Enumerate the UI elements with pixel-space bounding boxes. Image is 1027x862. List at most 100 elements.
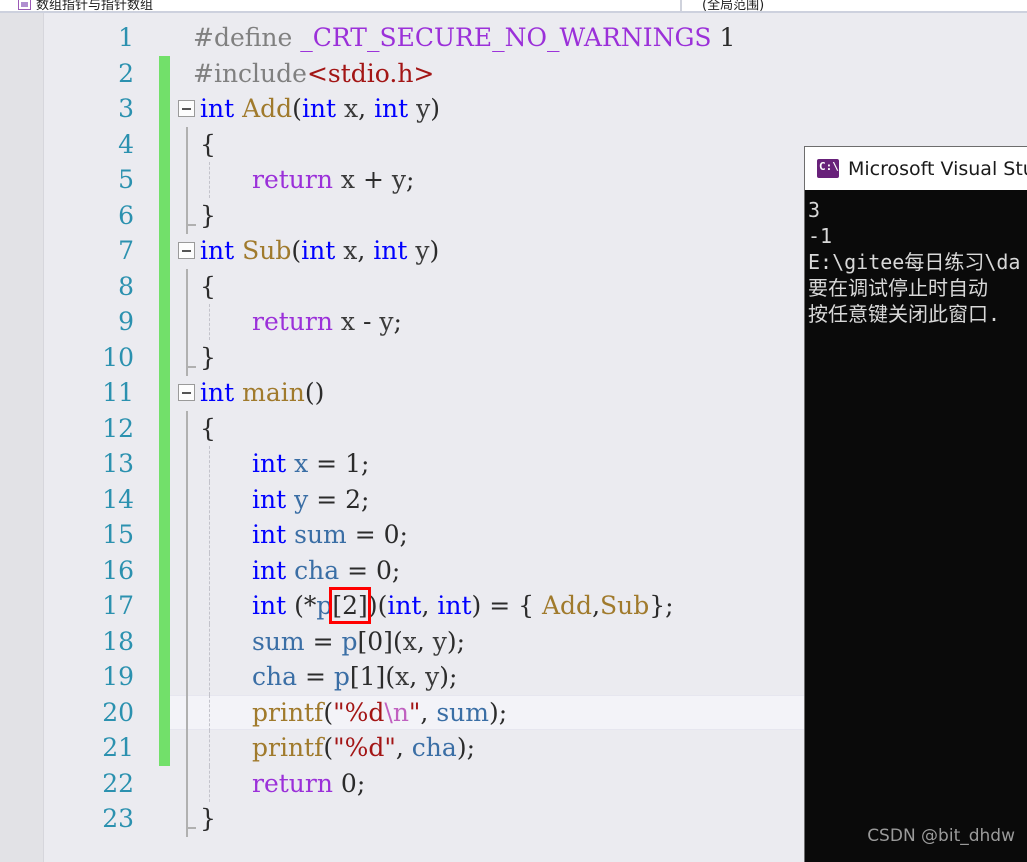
console-line: E:\gitee每日练习\da [808, 250, 1021, 274]
console-window[interactable]: Microsoft Visual Studi 3 -1 E:\gitee每日练习… [804, 146, 1027, 862]
code-text: { [200, 130, 216, 159]
indent-guide [209, 588, 210, 624]
console-line: -1 [808, 224, 833, 248]
change-bar [159, 268, 170, 305]
change-bar [159, 801, 170, 837]
change-bar [159, 446, 170, 482]
console-line: 3 [808, 198, 821, 222]
token-one: 1 [719, 23, 736, 53]
token-header: <stdio.h> [306, 58, 435, 88]
token-include: #include [193, 58, 307, 88]
structure-guide [186, 517, 188, 553]
code-text: #define _CRT_SECURE_NO_WARNINGS 1 [193, 23, 735, 52]
line-number: 11 [102, 378, 134, 408]
change-bar [159, 55, 170, 92]
code-text: { [200, 414, 216, 443]
indent-guide [209, 481, 210, 518]
line-number: 1 [118, 23, 134, 53]
indent-guide [209, 623, 210, 660]
token-y: y [416, 94, 431, 124]
line-number: 13 [102, 449, 134, 479]
change-bar [159, 588, 170, 624]
code-text: return 0; [252, 768, 366, 798]
token-x: x [340, 165, 356, 195]
token-int: int [387, 591, 422, 621]
token-fn-add: Add [242, 94, 293, 124]
token-index-1: [1] [349, 662, 386, 692]
token-fn-sub: Sub [600, 591, 650, 621]
line-number: 12 [102, 413, 134, 443]
code-text: int main() [200, 378, 325, 408]
structure-guide [186, 410, 188, 447]
code-row[interactable]: 2 #include<stdio.h> [0, 55, 1027, 92]
change-bar [159, 766, 170, 802]
token-macro-name: _CRT_SECURE_NO_WARNINGS [300, 23, 712, 53]
code-row[interactable]: 3 int Add(int x, int y) [0, 91, 1027, 127]
line-number: 16 [102, 555, 134, 585]
structure-guide [186, 694, 188, 731]
indent-guide [209, 446, 210, 482]
token-return: return [252, 768, 333, 798]
structure-guide [186, 481, 188, 518]
token-y: y [415, 236, 430, 266]
indent-guide [209, 659, 210, 695]
change-bar [159, 375, 170, 411]
change-bar [159, 339, 170, 376]
line-number: 3 [118, 94, 134, 124]
structure-guide [186, 623, 188, 660]
structure-guide [186, 197, 196, 234]
line-number: 2 [118, 58, 134, 88]
change-bar [159, 659, 170, 695]
change-bar [159, 126, 170, 163]
token-p: p [316, 591, 333, 621]
command-prompt-icon [817, 159, 839, 178]
change-bar [159, 730, 170, 766]
token-int: int [252, 591, 287, 621]
token-return: return [252, 307, 333, 337]
token-int: int [252, 520, 287, 550]
change-bar [159, 481, 170, 518]
line-number: 4 [118, 129, 134, 159]
code-text: int x = 1; [252, 449, 370, 479]
token-y: y [432, 626, 447, 656]
token-brace: } [200, 342, 216, 372]
change-bar [159, 623, 170, 660]
line-number: 7 [118, 236, 134, 266]
token-int: int [200, 378, 235, 408]
change-bar [159, 694, 170, 731]
token-x: x [343, 236, 358, 266]
structure-guide [186, 659, 188, 695]
code-text: cha = p[1](x, y); [252, 662, 458, 692]
code-row[interactable]: 1 #define _CRT_SECURE_NO_WARNINGS 1 [0, 20, 1027, 56]
code-text: return x - y; [252, 307, 402, 337]
line-number: 19 [102, 662, 134, 692]
structure-guide [186, 765, 188, 802]
collapse-minus-icon[interactable] [178, 242, 195, 259]
indent-guide [209, 552, 210, 589]
change-bar [159, 517, 170, 553]
change-bar [159, 410, 170, 447]
token-int: int [252, 449, 287, 479]
code-text: int Add(int x, int y) [200, 94, 441, 124]
collapse-minus-icon[interactable] [178, 100, 195, 117]
line-number: 9 [118, 307, 134, 337]
code-text: int y = 2; [252, 484, 370, 514]
indent-guide [209, 694, 210, 731]
console-title-bar[interactable]: Microsoft Visual Studi [805, 147, 1027, 190]
editor-navigation-bar: 数组指针与指针数组 (全局范围) [0, 0, 1027, 13]
token-brace: { [200, 129, 216, 159]
code-text: int (*p[2])(int, int) = { Add,Sub}; [252, 587, 674, 625]
code-text: sum = p[0](x, y); [252, 626, 466, 656]
token-cha: cha [252, 662, 298, 692]
token-zero: 0 [340, 768, 357, 798]
collapse-minus-icon[interactable] [178, 384, 195, 401]
code-text: } [200, 343, 216, 372]
structure-guide [186, 304, 188, 340]
token-y: y [379, 307, 394, 337]
line-number: 10 [102, 342, 134, 372]
indent-guide [209, 304, 210, 340]
change-bar [159, 162, 170, 198]
token-fn-printf: printf [252, 697, 324, 727]
change-bar [159, 552, 170, 589]
code-text: int Sub(int x, int y) [200, 236, 440, 266]
